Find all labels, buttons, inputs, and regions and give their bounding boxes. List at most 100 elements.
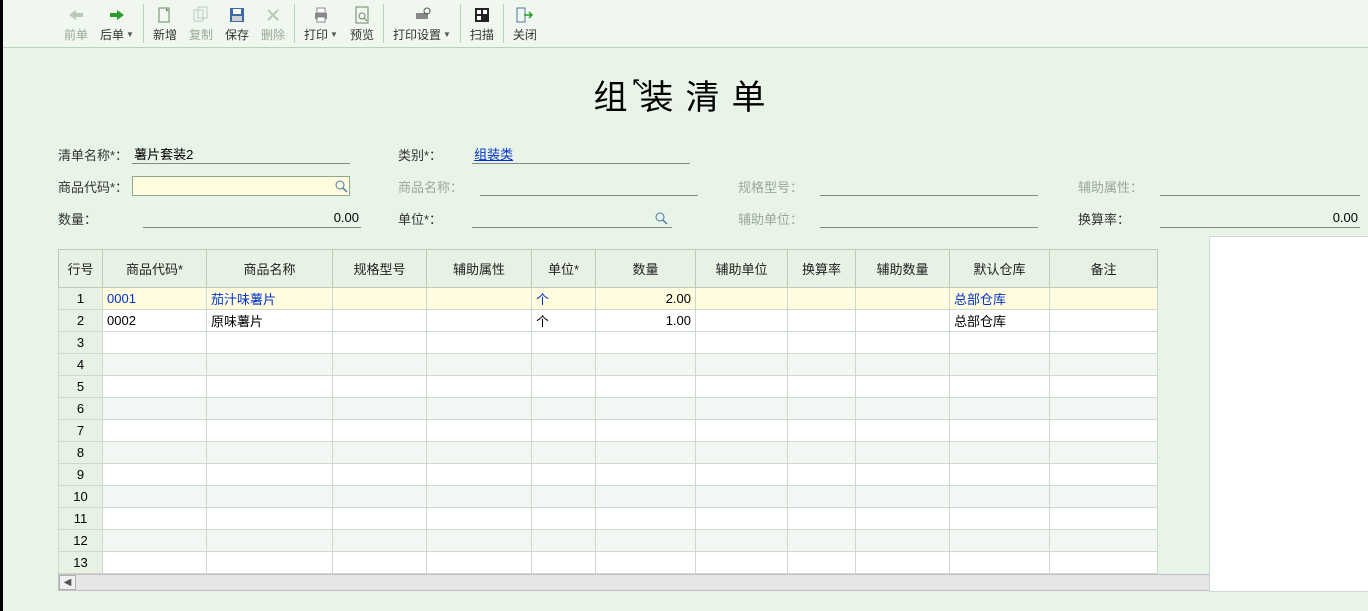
scan-button[interactable]: 扫描 xyxy=(464,0,500,47)
cell-qty[interactable] xyxy=(596,420,696,442)
cell-spec[interactable] xyxy=(333,332,427,354)
cell-rownum[interactable]: 6 xyxy=(59,398,103,420)
cell-auxq[interactable] xyxy=(856,486,950,508)
cell-rownum[interactable]: 8 xyxy=(59,442,103,464)
cell-auxu[interactable] xyxy=(696,376,788,398)
cell-auxq[interactable] xyxy=(856,530,950,552)
cell-name[interactable] xyxy=(207,486,333,508)
cell-rownum[interactable]: 5 xyxy=(59,376,103,398)
cell-unit[interactable] xyxy=(532,398,596,420)
cell-name[interactable] xyxy=(207,552,333,574)
cell-unit[interactable] xyxy=(532,464,596,486)
lookup-icon[interactable] xyxy=(333,177,350,195)
table-row[interactable]: 7 xyxy=(59,420,1158,442)
col-header-qty[interactable]: 数量 xyxy=(596,250,696,288)
cell-rate[interactable] xyxy=(788,332,856,354)
cell-auxq[interactable] xyxy=(856,354,950,376)
lookup-icon[interactable] xyxy=(652,209,670,227)
cell-code[interactable] xyxy=(103,552,207,574)
cell-rmk[interactable] xyxy=(1050,376,1158,398)
cell-aux[interactable] xyxy=(427,552,532,574)
cell-spec[interactable] xyxy=(333,552,427,574)
cell-qty[interactable] xyxy=(596,332,696,354)
col-header-aux[interactable]: 辅助属性 xyxy=(427,250,532,288)
table-row[interactable]: 20002原味薯片个1.00总部仓库 xyxy=(59,310,1158,332)
cell-rownum[interactable]: 1 xyxy=(59,288,103,310)
cell-code[interactable] xyxy=(103,398,207,420)
cell-spec[interactable] xyxy=(333,310,427,332)
col-header-wh[interactable]: 默认仓库 xyxy=(950,250,1050,288)
cell-rownum[interactable]: 9 xyxy=(59,464,103,486)
cell-auxu[interactable] xyxy=(696,310,788,332)
col-header-spec[interactable]: 规格型号 xyxy=(333,250,427,288)
cell-auxu[interactable] xyxy=(696,288,788,310)
cell-code[interactable]: 0001 xyxy=(103,288,207,310)
cell-qty[interactable] xyxy=(596,398,696,420)
cell-unit[interactable] xyxy=(532,354,596,376)
cell-wh[interactable] xyxy=(950,442,1050,464)
product-code-field[interactable] xyxy=(132,176,350,196)
cell-auxu[interactable] xyxy=(696,530,788,552)
cell-auxu[interactable] xyxy=(696,398,788,420)
cell-rownum[interactable]: 7 xyxy=(59,420,103,442)
cell-unit[interactable] xyxy=(532,376,596,398)
cell-code[interactable] xyxy=(103,508,207,530)
cell-rownum[interactable]: 11 xyxy=(59,508,103,530)
cell-name[interactable] xyxy=(207,442,333,464)
category-field[interactable]: 组装类 xyxy=(472,144,690,164)
chevron-down-icon[interactable]: ▼ xyxy=(441,30,451,39)
table-row[interactable]: 8 xyxy=(59,442,1158,464)
cell-spec[interactable] xyxy=(333,398,427,420)
table-row[interactable]: 6 xyxy=(59,398,1158,420)
cell-wh[interactable] xyxy=(950,376,1050,398)
table-row[interactable]: 5 xyxy=(59,376,1158,398)
cell-auxu[interactable] xyxy=(696,552,788,574)
product-name-field[interactable] xyxy=(480,176,698,196)
cell-auxq[interactable] xyxy=(856,552,950,574)
col-header-code[interactable]: 商品代码* xyxy=(103,250,207,288)
cell-rmk[interactable] xyxy=(1050,420,1158,442)
cell-qty[interactable]: 1.00 xyxy=(596,310,696,332)
close-button[interactable]: 关闭 xyxy=(507,0,543,47)
aux-attr-field[interactable] xyxy=(1160,176,1360,196)
cell-qty[interactable] xyxy=(596,464,696,486)
cell-wh[interactable] xyxy=(950,530,1050,552)
cell-name[interactable]: 原味薯片 xyxy=(207,310,333,332)
cell-name[interactable] xyxy=(207,332,333,354)
cell-rate[interactable] xyxy=(788,530,856,552)
cell-rate[interactable] xyxy=(788,464,856,486)
cell-aux[interactable] xyxy=(427,464,532,486)
table-row[interactable]: 4 xyxy=(59,354,1158,376)
cell-spec[interactable] xyxy=(333,486,427,508)
table-row[interactable]: 13 xyxy=(59,552,1158,574)
cell-auxu[interactable] xyxy=(696,354,788,376)
col-header-rmk[interactable]: 备注 xyxy=(1050,250,1158,288)
cell-wh[interactable] xyxy=(950,332,1050,354)
cell-code[interactable] xyxy=(103,486,207,508)
table-row[interactable]: 12 xyxy=(59,530,1158,552)
cell-wh[interactable] xyxy=(950,398,1050,420)
cell-rmk[interactable] xyxy=(1050,288,1158,310)
cell-wh[interactable] xyxy=(950,486,1050,508)
cell-wh[interactable]: 总部仓库 xyxy=(950,288,1050,310)
cell-rmk[interactable] xyxy=(1050,486,1158,508)
cell-auxq[interactable] xyxy=(856,288,950,310)
cell-rownum[interactable]: 12 xyxy=(59,530,103,552)
cell-aux[interactable] xyxy=(427,486,532,508)
col-header-auxq[interactable]: 辅助数量 xyxy=(856,250,950,288)
cell-aux[interactable] xyxy=(427,508,532,530)
cell-name[interactable]: 茄汁味薯片 xyxy=(207,288,333,310)
cell-name[interactable] xyxy=(207,376,333,398)
cell-wh[interactable]: 总部仓库 xyxy=(950,310,1050,332)
cell-rate[interactable] xyxy=(788,288,856,310)
cell-unit[interactable] xyxy=(532,420,596,442)
horizontal-scrollbar[interactable]: ◀ ▶ xyxy=(58,574,1351,591)
table-row[interactable]: 9 xyxy=(59,464,1158,486)
col-header-unit[interactable]: 单位* xyxy=(532,250,596,288)
cell-name[interactable] xyxy=(207,354,333,376)
cell-code[interactable] xyxy=(103,442,207,464)
cell-qty[interactable] xyxy=(596,508,696,530)
col-header-auxu[interactable]: 辅助单位 xyxy=(696,250,788,288)
cell-wh[interactable] xyxy=(950,420,1050,442)
unit-field[interactable] xyxy=(472,208,672,228)
